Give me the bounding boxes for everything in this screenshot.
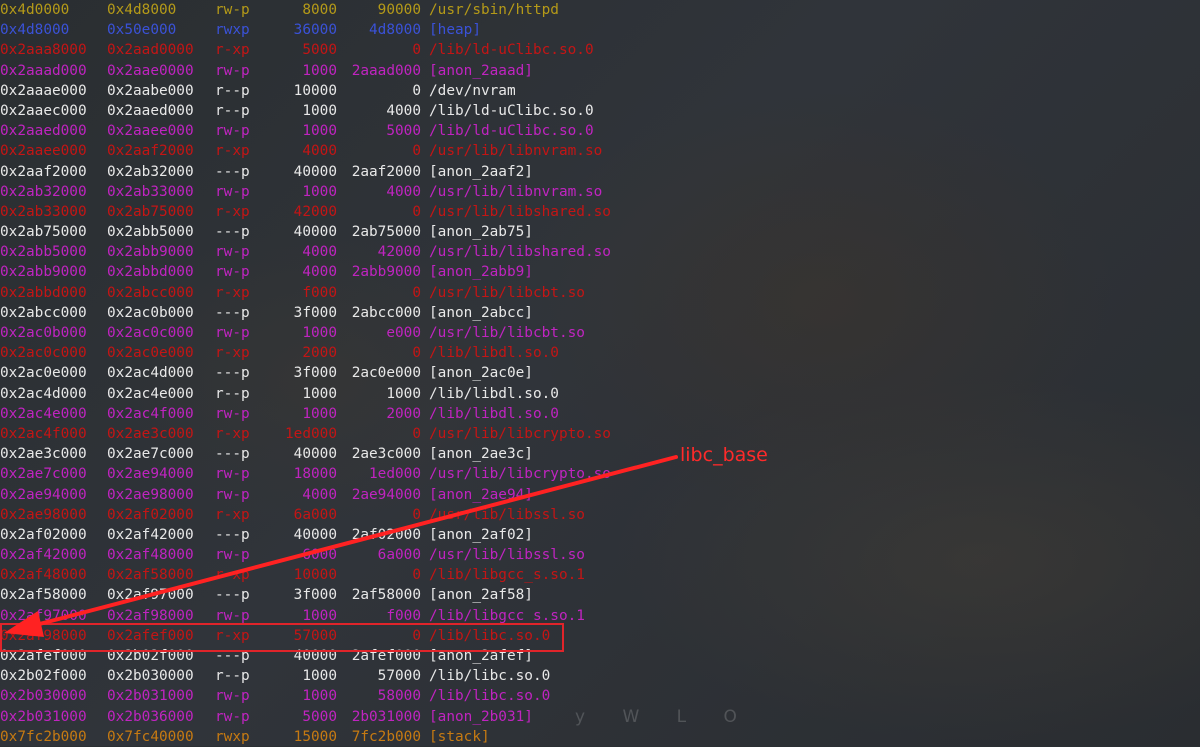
arrow-head: [4, 611, 44, 637]
arrow-shaft: [26, 455, 678, 629]
libc-base-label: libc_base: [680, 444, 768, 466]
watermark-text: y W L O: [575, 707, 753, 727]
annotation-arrow: [4, 455, 678, 637]
